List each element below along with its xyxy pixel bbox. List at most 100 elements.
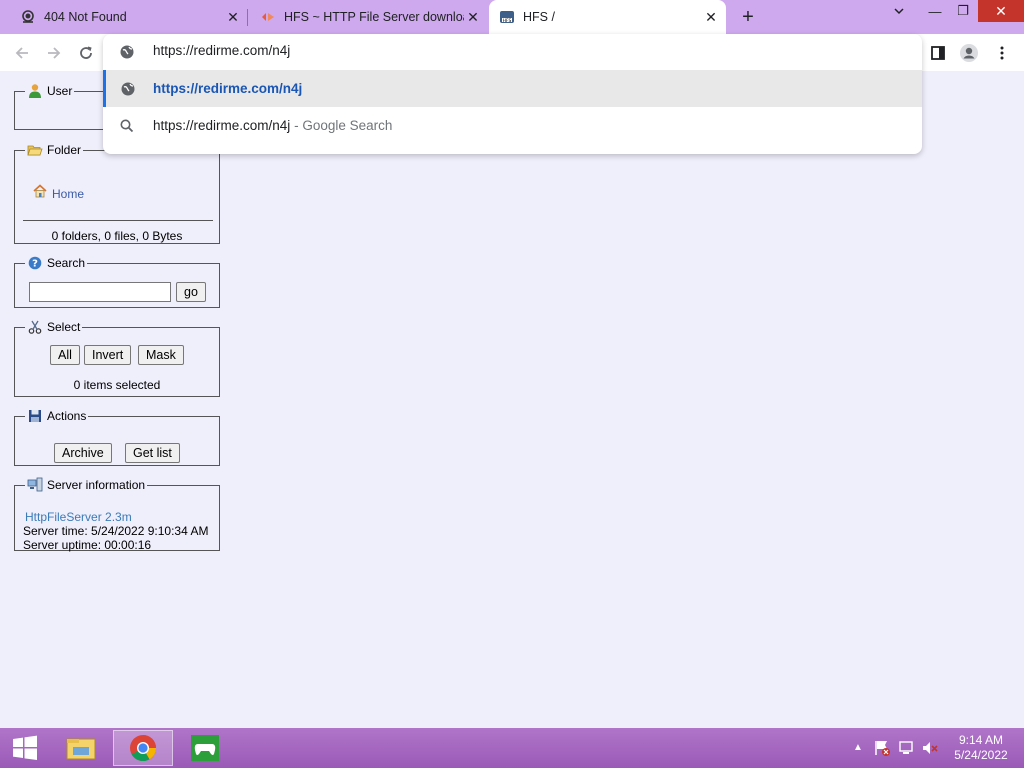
user-icon: [27, 83, 43, 99]
selection-status: 0 items selected: [73, 378, 161, 392]
server-version-link[interactable]: HttpFileServer 2.3m: [25, 510, 132, 524]
home-icon: [32, 183, 48, 199]
chrome-icon: [130, 735, 157, 762]
suggestion-query: https://redirme.com/n4j: [153, 118, 291, 133]
svg-text:HFS: HFS: [503, 18, 512, 24]
folder-divider: [23, 220, 213, 221]
server-time: Server time: 5/24/2022 9:10:34 AM: [23, 524, 209, 538]
close-tab-icon[interactable]: ✕: [702, 8, 720, 26]
actions-panel: Actions Archive Get list: [14, 408, 220, 466]
windows-logo-icon: [13, 735, 37, 760]
game-controller-icon: [191, 735, 219, 761]
network-icon: [899, 741, 913, 754]
taskbar-clock[interactable]: 9:14 AM 5/24/2022: [948, 733, 1014, 763]
search-legend: ? Search: [25, 255, 87, 271]
user-legend: User: [25, 83, 74, 99]
side-panel-button[interactable]: [928, 43, 948, 63]
mask-button[interactable]: Mask: [138, 345, 184, 365]
search-panel: ? Search go: [14, 255, 220, 308]
folder-legend-text: Folder: [47, 143, 82, 157]
suggestion-separator: -: [290, 118, 303, 133]
avatar-icon: [960, 44, 978, 62]
suggestion-text: https://redirme.com/n4j - Google Search: [153, 118, 392, 133]
svg-text:?: ?: [32, 259, 38, 270]
server-info-legend: Server information: [25, 477, 147, 493]
globe-icon: [119, 44, 135, 60]
select-all-button[interactable]: All: [50, 345, 80, 365]
folder-legend: Folder: [25, 142, 83, 158]
clock-time: 9:14 AM: [958, 733, 1004, 747]
select-legend-text: Select: [47, 320, 81, 334]
save-disk-icon: [27, 408, 43, 424]
restore-icon: ❐: [957, 3, 969, 18]
omnibox: https://redirme.com/n4j https://redirme.…: [103, 34, 922, 154]
server-computer-icon: [27, 477, 43, 493]
search-go-button[interactable]: go: [176, 282, 206, 302]
tab-title: 404 Not Found: [44, 10, 127, 24]
help-icon: ?: [27, 255, 43, 271]
actions-legend-text: Actions: [47, 409, 87, 423]
hfs-page-icon: HFS: [499, 9, 515, 25]
minimize-button[interactable]: —: [922, 0, 948, 22]
network-button[interactable]: [898, 739, 916, 757]
server-uptime: Server uptime: 00:00:16: [23, 538, 152, 552]
select-legend: Select: [25, 319, 82, 335]
tab-hfs-download[interactable]: HFS ~ HTTP File Server download ✕: [248, 0, 488, 34]
clock-date: 5/24/2022: [954, 748, 1008, 762]
address-bar-input[interactable]: [153, 43, 753, 58]
home-link-label: Home: [52, 187, 85, 201]
back-button[interactable]: [9, 40, 35, 66]
server-info-legend-text: Server information: [47, 478, 146, 492]
minimize-icon: —: [928, 3, 942, 19]
suggestion-text: https://redirme.com/n4j: [153, 81, 303, 96]
new-tab-button[interactable]: +: [736, 6, 760, 28]
taskbar-chrome[interactable]: [113, 730, 173, 766]
home-link[interactable]: Home: [32, 181, 84, 201]
more-vert-icon: [1000, 46, 1004, 60]
chevron-down-icon: [894, 8, 904, 15]
tab-404-not-found[interactable]: 404 Not Found ✕: [0, 0, 248, 34]
omnibox-suggestion-search[interactable]: https://redirme.com/n4j - Google Search: [103, 107, 922, 144]
menu-button[interactable]: [992, 43, 1012, 63]
start-button[interactable]: [0, 728, 50, 768]
omnibox-suggestion-url[interactable]: https://redirme.com/n4j: [103, 70, 922, 107]
side-panel-icon: [931, 46, 945, 60]
file-explorer-icon: [66, 738, 96, 760]
tab-hfs-root[interactable]: HFS HFS / ✕: [489, 0, 726, 34]
taskbar-file-explorer[interactable]: [51, 730, 111, 766]
restore-button[interactable]: ❐: [950, 0, 976, 22]
server-info-panel: Server information HttpFileServer 2.3m S…: [14, 477, 220, 552]
search-legend-text: Search: [47, 256, 86, 270]
action-center-button[interactable]: [873, 739, 891, 757]
invert-selection-button[interactable]: Invert: [84, 345, 132, 365]
support-agent-icon: [20, 9, 36, 25]
hfs-logo-icon: [260, 9, 276, 25]
get-list-button[interactable]: Get list: [125, 443, 180, 463]
suggestion-provider: Google Search: [302, 118, 393, 133]
tab-search-button[interactable]: [886, 0, 912, 22]
volume-muted-icon: [923, 742, 938, 754]
search-icon: [119, 118, 135, 134]
arrow-right-icon: [48, 47, 61, 59]
volume-button[interactable]: [921, 739, 939, 757]
show-hidden-icons-button[interactable]: ▲: [851, 740, 865, 754]
close-tab-icon[interactable]: ✕: [464, 8, 482, 26]
close-window-button[interactable]: ✕: [978, 0, 1024, 22]
close-tab-icon[interactable]: ✕: [224, 8, 242, 26]
forward-button[interactable]: [41, 40, 67, 66]
actions-legend: Actions: [25, 408, 88, 424]
folder-panel: Folder Home 0 folders, 0 files, 0 Bytes: [14, 142, 220, 244]
reload-button[interactable]: [73, 40, 99, 66]
arrow-left-icon: [15, 47, 28, 59]
taskbar-xbox-app[interactable]: [175, 730, 235, 766]
archive-button[interactable]: Archive: [54, 443, 112, 463]
page-content: User Folder Home 0 folders, 0 files, 0 B…: [0, 71, 1024, 728]
close-icon: ✕: [995, 2, 1007, 19]
search-input[interactable]: [29, 282, 171, 302]
scissors-icon: [27, 319, 43, 335]
globe-icon: [120, 81, 136, 97]
folder-open-icon: [27, 142, 43, 158]
tab-title: HFS ~ HTTP File Server download: [284, 10, 464, 24]
folder-stats: 0 folders, 0 files, 0 Bytes: [51, 229, 183, 243]
profile-button[interactable]: [959, 43, 979, 63]
